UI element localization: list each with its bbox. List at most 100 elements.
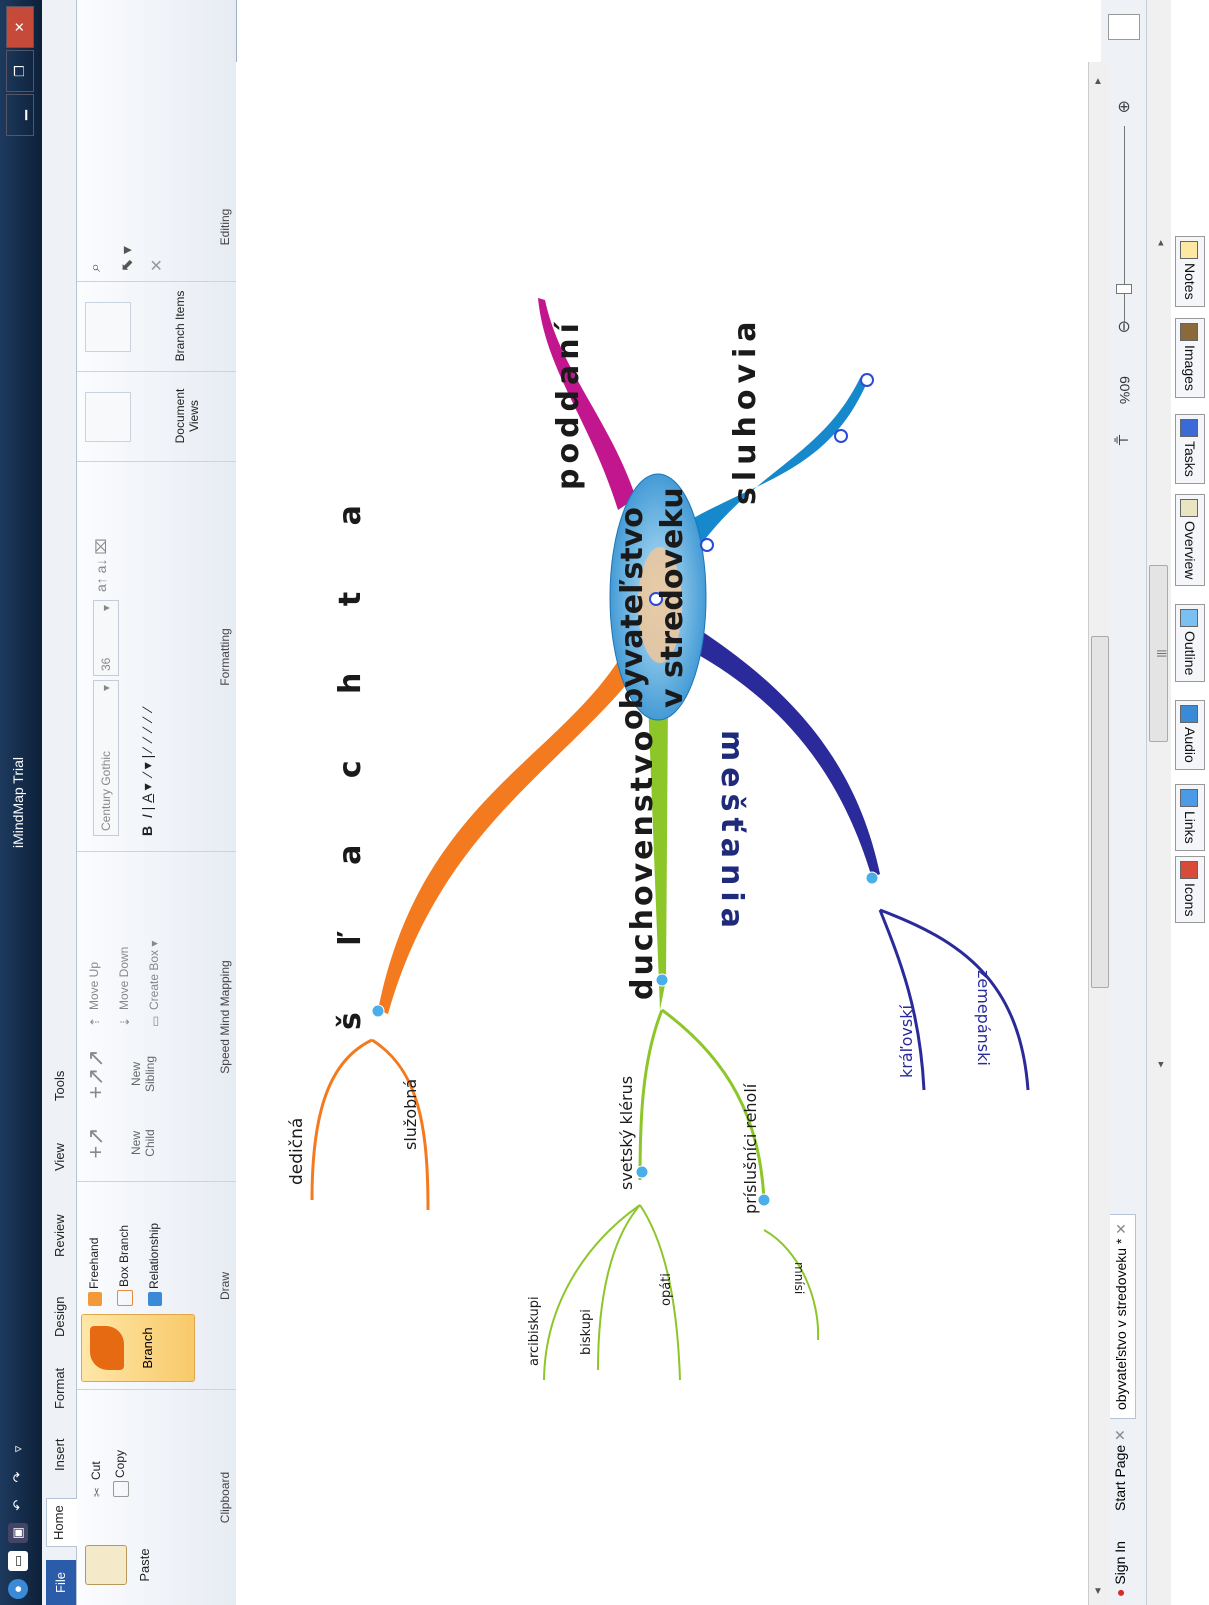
branch-items-button[interactable]: Branch Items xyxy=(173,286,187,366)
tab-audio[interactable]: Audio xyxy=(1175,700,1205,770)
ribbon-panel: ● ▭ ▣ ↶ ↷ ▿ iMindMap Trial ▁ ❐ ✕ File Ho… xyxy=(0,0,237,1605)
delete-icon[interactable]: ✕ xyxy=(147,259,167,272)
notes-icon xyxy=(1179,241,1198,259)
tab-notes[interactable]: Notes xyxy=(1175,236,1205,307)
window-title: iMindMap Trial xyxy=(10,756,26,849)
select-icon[interactable]: ⬉ ▾ xyxy=(117,246,137,272)
label-dedicna: dedičná xyxy=(287,1118,307,1185)
tab-images[interactable]: Images xyxy=(1175,318,1205,398)
move-up-button[interactable]: ⇡Move Up xyxy=(87,962,102,1027)
title-bar: ● ▭ ▣ ↶ ↷ ▿ iMindMap Trial ▁ ❐ ✕ xyxy=(0,0,42,1605)
vertical-scrollbar[interactable]: ▲ ▼ xyxy=(1088,62,1110,1605)
paste-button[interactable]: Paste xyxy=(85,1535,152,1595)
minimize-button[interactable]: ▁ xyxy=(6,94,34,136)
box-branch-icon xyxy=(117,1290,133,1306)
tab-home[interactable]: Home xyxy=(46,1498,77,1547)
paste-label: Paste xyxy=(137,1548,152,1582)
tab-links[interactable]: Links xyxy=(1175,784,1205,851)
new-child-icon: +↗ xyxy=(83,1127,108,1159)
relationship-button[interactable]: Relationship xyxy=(147,1223,162,1306)
tab-file[interactable]: File xyxy=(46,1560,76,1605)
vertical-scroll-thumb[interactable] xyxy=(1091,636,1109,988)
ribbon-body: Paste ✂Cut Copy Clipboard Branch Freehan… xyxy=(77,0,237,1605)
branch-svetsky[interactable] xyxy=(638,1009,664,1181)
branch-mnisi[interactable] xyxy=(763,1229,820,1341)
label-zemepanski: zemepánski xyxy=(974,970,993,1066)
label-sluzobna: služobná xyxy=(401,1079,420,1150)
scroll-right-arrow[interactable]: ▸ xyxy=(1155,1062,1168,1068)
group-clipboard: Paste ✂Cut Copy Clipboard xyxy=(77,1389,236,1605)
move-up-icon: ⇡ xyxy=(87,1016,102,1027)
tab-review[interactable]: Review xyxy=(48,1208,72,1263)
label-prislusnici: príslušníci reholí xyxy=(741,1083,760,1214)
branch-dedicna[interactable] xyxy=(310,1038,373,1201)
branch-button[interactable]: Branch xyxy=(81,1314,195,1382)
new-sibling-button[interactable]: +↗↗ New Sibling xyxy=(83,1046,157,1102)
outline-icon xyxy=(1179,609,1198,627)
create-box-button[interactable]: ▭Create Box ▾ xyxy=(147,941,162,1027)
scroll-up-arrow[interactable]: ▲ xyxy=(1093,76,1103,87)
tab-view[interactable]: View xyxy=(48,1137,72,1177)
paperclip-icon[interactable] xyxy=(85,302,131,352)
branch-slachta[interactable] xyxy=(378,650,640,1014)
font-size-select[interactable]: 36 ▾ xyxy=(93,600,119,676)
layout-icon[interactable] xyxy=(1108,14,1140,40)
tasks-icon xyxy=(1179,419,1198,437)
text-format-tools[interactable]: B I | A ▾ ⁄ ▾ | ⁄ ⁄ ⁄ ⁄ ⁄ xyxy=(139,708,156,836)
grow-shrink-font[interactable]: a↑ a↓ ⌧ xyxy=(93,539,110,592)
tab-tools[interactable]: Tools xyxy=(48,1065,72,1107)
move-down-icon: ⇣ xyxy=(117,1016,132,1027)
scroll-left-arrow[interactable]: ◂ xyxy=(1155,240,1168,246)
tab-tasks[interactable]: Tasks xyxy=(1175,414,1205,484)
horizontal-scrollbar[interactable]: ◂ ||| ▸ xyxy=(1146,0,1171,1605)
mind-map-canvas[interactable]: obyvateľstvo v stredoveku š ľ a c h t a … xyxy=(236,62,1088,1605)
label-svetsky: svetský klérus xyxy=(617,1076,636,1190)
zoom-slider-thumb[interactable] xyxy=(1116,284,1132,294)
tab-start-page[interactable]: Start Page ✕ xyxy=(1106,1421,1134,1519)
document-views-icon[interactable] xyxy=(85,392,131,442)
scissors-icon: ✂ xyxy=(89,1486,104,1497)
document-views-button[interactable]: Document Views xyxy=(173,376,201,456)
label-duchovenstvo: duchovenstvo xyxy=(625,728,660,1000)
tab-icons[interactable]: Icons xyxy=(1175,856,1205,924)
label-sluhovia: sluhovia xyxy=(728,315,763,505)
copy-icon xyxy=(113,1481,129,1497)
find-icon[interactable]: ⌕ xyxy=(87,263,105,272)
new-sibling-icon: +↗↗ xyxy=(83,1049,108,1099)
tab-document[interactable]: obyvateľstvo v stredoveku * ✕ xyxy=(1106,1213,1136,1419)
label-biskupi: biskupi xyxy=(579,1309,594,1355)
audio-icon xyxy=(1179,705,1198,723)
tab-outline[interactable]: Outline xyxy=(1175,604,1205,683)
images-icon xyxy=(1179,323,1198,341)
tab-overview[interactable]: Overview xyxy=(1175,494,1205,587)
branch-biskupi[interactable] xyxy=(597,1204,641,1371)
group-document-views: Document Views xyxy=(77,371,236,462)
new-child-button[interactable]: +↗ New Child xyxy=(83,1118,157,1168)
sign-in-button[interactable]: ● Sign In xyxy=(1106,1533,1134,1605)
label-opati: opáti xyxy=(659,1273,674,1306)
tab-format[interactable]: Format xyxy=(48,1362,72,1415)
mind-map[interactable]: obyvateľstvo v stredoveku š ľ a c h t a … xyxy=(236,62,1088,1605)
label-slachta: š ľ a c h t a xyxy=(333,477,368,1030)
horizontal-scroll-thumb[interactable]: ||| xyxy=(1149,565,1168,742)
draw-group-label: Draw xyxy=(218,1272,232,1301)
scroll-down-arrow[interactable]: ▼ xyxy=(1093,1586,1103,1597)
close-button[interactable]: ✕ xyxy=(6,6,34,48)
tab-design[interactable]: Design xyxy=(48,1291,72,1343)
label-mestania: mešťania xyxy=(714,730,749,934)
branch-sluhovia[interactable] xyxy=(690,378,868,560)
freehand-button[interactable]: Freehand xyxy=(87,1238,102,1306)
copy-button[interactable]: Copy xyxy=(113,1450,129,1497)
group-editing: ⌕ ⬉ ▾ ✕ Editing xyxy=(77,172,236,282)
filter-icon[interactable]: ⏚ xyxy=(1110,432,1134,448)
tab-insert[interactable]: Insert xyxy=(48,1432,72,1477)
zoom-out-icon[interactable]: ⊖ xyxy=(1114,320,1134,333)
move-down-button[interactable]: ⇣Move Down xyxy=(117,947,132,1027)
font-select[interactable]: Century Gothic ▾ xyxy=(93,680,119,836)
box-branch-button[interactable]: Box Branch xyxy=(117,1225,133,1306)
cut-button[interactable]: ✂Cut xyxy=(89,1461,104,1497)
central-label-line1: obyvateľstvo xyxy=(615,507,650,730)
restore-button[interactable]: ❐ xyxy=(6,50,34,92)
zoom-in-icon[interactable]: ⊕ xyxy=(1114,100,1134,113)
editing-group-label: Editing xyxy=(218,208,232,246)
